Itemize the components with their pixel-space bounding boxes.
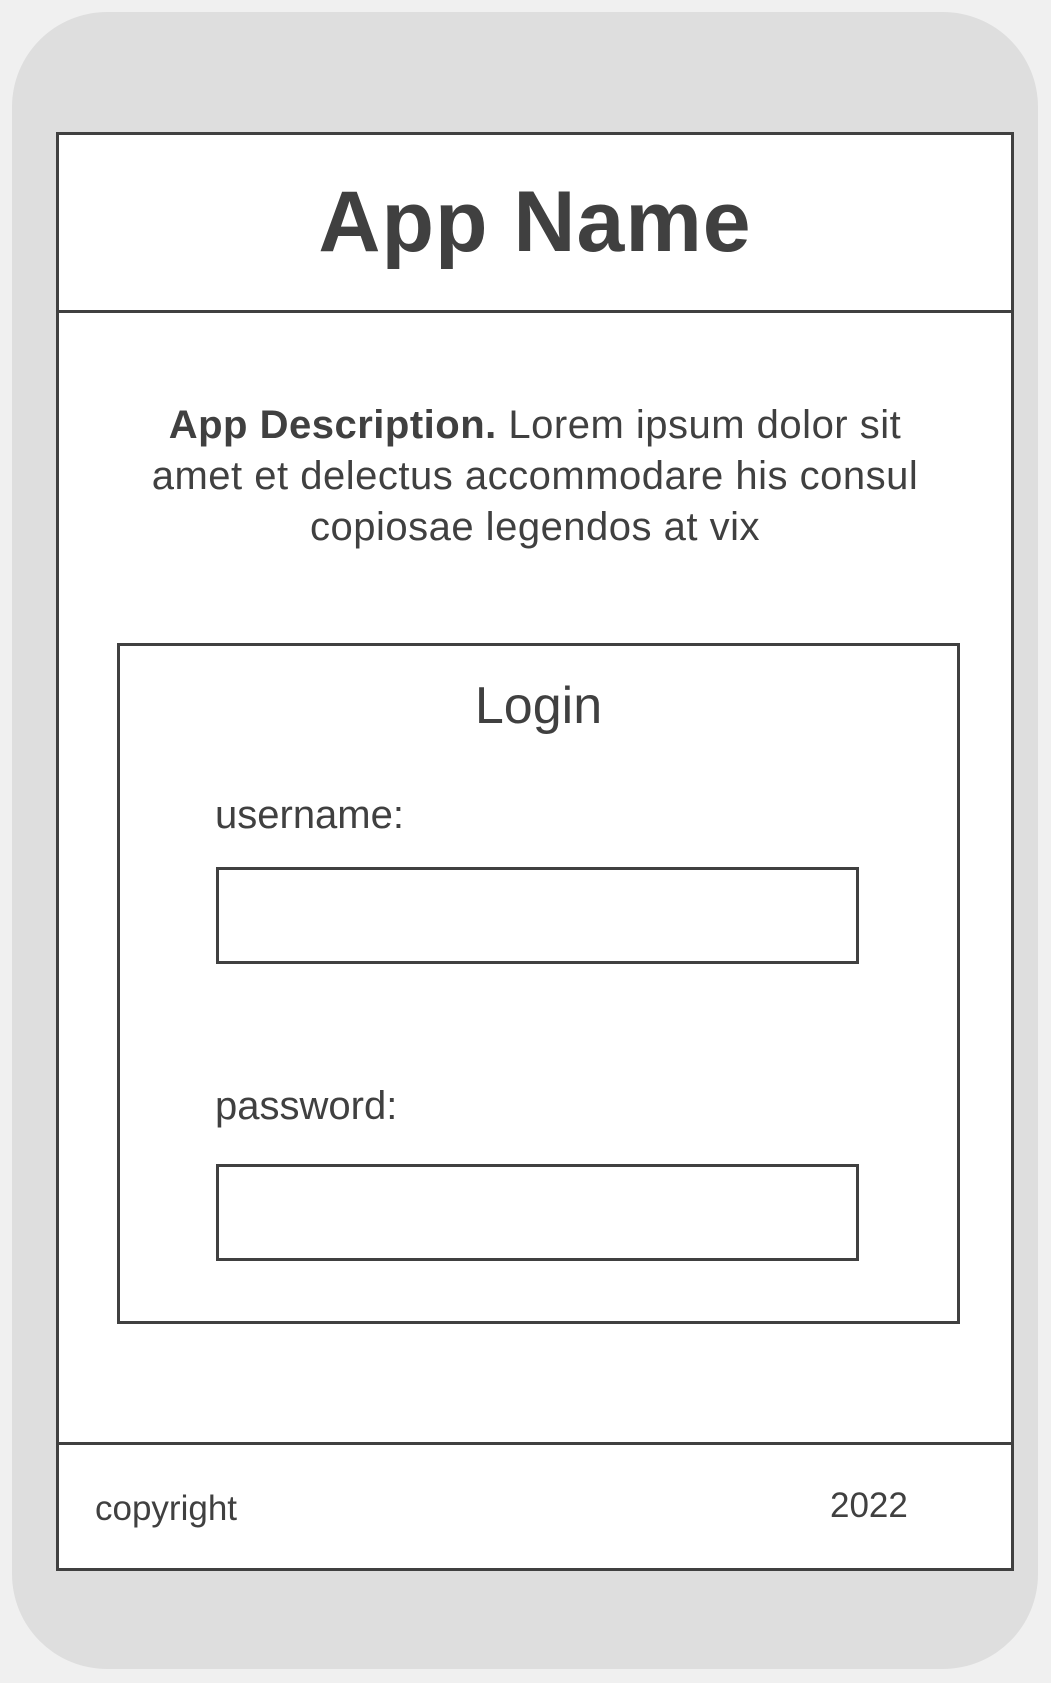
copyright-year: 2022 — [830, 1486, 908, 1525]
app-description: App Description. Lorem ipsum dolor sit a… — [119, 400, 951, 553]
username-label: username: — [215, 793, 404, 837]
phone-frame: App Name App Description. Lorem ipsum do… — [12, 12, 1038, 1669]
username-input[interactable] — [216, 867, 859, 964]
login-title: Login — [474, 677, 603, 735]
app-footer: copyright 2022 — [59, 1442, 1011, 1568]
app-name-title: App Name — [318, 174, 752, 270]
login-form: Login username: password: — [117, 643, 960, 1324]
password-label: password: — [215, 1084, 398, 1128]
app-description-label: App Description. — [168, 403, 497, 447]
app-header: App Name — [59, 135, 1011, 313]
copyright-text: copyright — [95, 1489, 238, 1528]
app-screen: App Name App Description. Lorem ipsum do… — [56, 132, 1014, 1571]
password-input[interactable] — [216, 1164, 859, 1261]
